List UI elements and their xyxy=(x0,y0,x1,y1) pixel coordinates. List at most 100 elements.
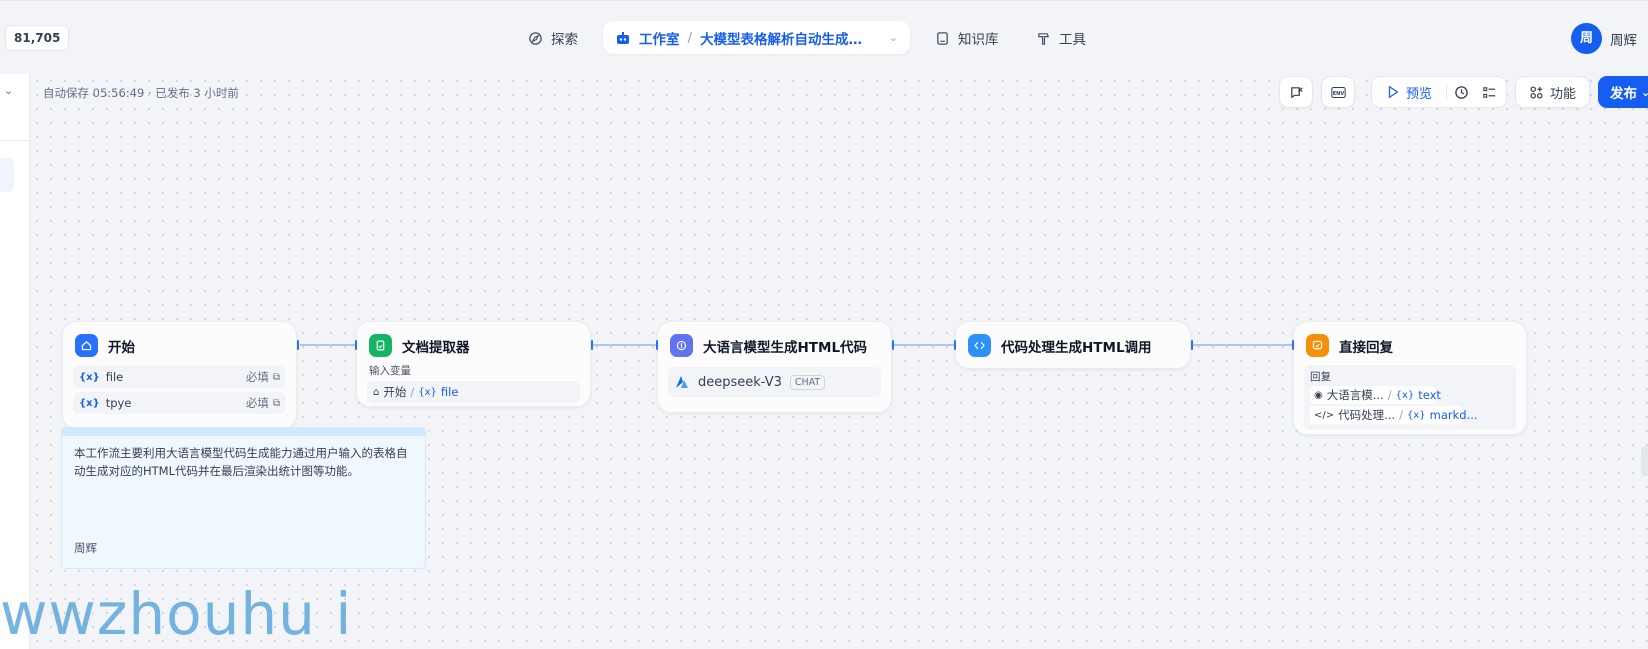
input-port[interactable] xyxy=(355,340,357,350)
env-button[interactable]: ENV xyxy=(1321,76,1355,108)
output-port[interactable] xyxy=(1191,340,1193,350)
features-button[interactable]: 功能 xyxy=(1515,76,1590,108)
separator: / xyxy=(1387,388,1392,402)
start-var-file[interactable]: {x} file 必填 ⧉ xyxy=(73,366,286,388)
answer-label: 回复 xyxy=(1310,371,1331,383)
edge-doc-to-llm[interactable] xyxy=(593,344,657,346)
ref-node-name: 代码处理... xyxy=(1338,408,1396,422)
file-icon: ⧉ xyxy=(272,397,280,409)
node-start[interactable]: 开始 {x} file 必填 ⧉ {x} tpye 必填 ⧉ xyxy=(62,321,299,429)
nav-explore[interactable]: 探索 xyxy=(528,25,578,51)
nav-tools[interactable]: 工具 xyxy=(1036,25,1086,51)
input-port[interactable] xyxy=(1292,340,1294,350)
nav-knowledge[interactable]: 知识库 xyxy=(935,25,999,51)
breadcrumb-separator: / xyxy=(687,29,693,46)
left-panel-collapsed: ⌄ xyxy=(0,74,30,649)
features-label: 功能 xyxy=(1549,86,1576,102)
history-clear-button[interactable] xyxy=(1279,76,1313,108)
variable-icon: {x} xyxy=(79,371,100,383)
edge-code-to-answer[interactable] xyxy=(1193,344,1293,346)
answer-content[interactable]: 回复 ◉ 大语言模... / {x} text </> 代码处理... / {x… xyxy=(1304,365,1516,430)
home-icon xyxy=(75,334,98,357)
node-llm[interactable]: 大语言模型生成HTML代码 deepseek-V3 CHAT xyxy=(656,321,894,413)
node-code-title: 代码处理生成HTML调用 xyxy=(1001,339,1152,356)
chevron-down-icon[interactable]: ⌄ xyxy=(4,84,13,97)
home-icon: ⌂ xyxy=(373,386,380,398)
mode-badge: CHAT xyxy=(789,374,826,390)
ref-var-name: markd... xyxy=(1429,408,1478,422)
separator: / xyxy=(410,385,415,399)
ref-var-name: text xyxy=(1418,388,1441,402)
divider xyxy=(0,140,30,141)
note-card[interactable]: 本工作流主要利用大语言模型代码生成能力通过用户输入的表格自动生成对应的HTML代… xyxy=(61,427,426,569)
preview-button[interactable]: 预览 xyxy=(1372,83,1446,102)
variable-icon: {x} xyxy=(418,386,437,398)
edge-start-to-doc[interactable] xyxy=(300,344,356,346)
brain-icon xyxy=(670,334,693,357)
note-author: 周辉 xyxy=(74,541,97,555)
nav-knowledge-label: 知识库 xyxy=(958,32,999,48)
chat-close-icon xyxy=(1290,86,1303,98)
chevron-down-icon[interactable]: ⌄ xyxy=(889,31,898,44)
document-icon xyxy=(369,334,392,357)
note-text[interactable]: 本工作流主要利用大语言模型代码生成能力通过用户输入的表格自动生成对应的HTML代… xyxy=(62,436,425,488)
top-navigation-bar: 81,705 探索 工作室 / 大模型表格解析自动生成… ⌄ 知识库 工具 周 … xyxy=(0,0,1648,74)
model-selector[interactable]: deepseek-V3 CHAT xyxy=(668,367,881,397)
studio-app-switcher[interactable]: 工作室 / 大模型表格解析自动生成… ⌄ xyxy=(603,21,910,54)
reply-icon xyxy=(1306,334,1329,357)
nav-studio-label[interactable]: 工作室 xyxy=(639,28,680,48)
model-name: deepseek-V3 xyxy=(698,374,782,390)
book-icon xyxy=(937,31,948,45)
selected-item-indicator[interactable] xyxy=(0,158,14,192)
nav-explore-label: 探索 xyxy=(551,32,578,48)
ref-node-name: 大语言模... xyxy=(1326,388,1384,402)
checklist-icon xyxy=(1482,86,1495,98)
node-answer[interactable]: 直接回复 回复 ◉ 大语言模... / {x} text </> 代码处理...… xyxy=(1292,321,1527,435)
separator: / xyxy=(1399,408,1403,422)
app-name[interactable]: 大模型表格解析自动生成… xyxy=(700,28,862,48)
preview-label: 预览 xyxy=(1406,86,1433,102)
compass-icon xyxy=(529,31,542,45)
edge-llm-to-code[interactable] xyxy=(893,344,955,346)
right-panel-handle[interactable] xyxy=(1641,446,1648,476)
node-answer-title: 直接回复 xyxy=(1339,339,1393,356)
count-badge: 81,705 xyxy=(5,25,70,51)
input-variable-label: 输入变量 xyxy=(369,365,411,377)
required-label: 必填 xyxy=(245,396,269,410)
play-icon xyxy=(1388,85,1399,99)
variable-icon: {x} xyxy=(1395,389,1415,401)
node-code[interactable]: 代码处理生成HTML调用 xyxy=(954,321,1193,369)
model-logo-icon xyxy=(676,376,688,388)
variable-icon: {x} xyxy=(1406,409,1426,421)
output-port[interactable] xyxy=(591,340,593,350)
required-label: 必填 xyxy=(245,370,269,384)
node-llm-title: 大语言模型生成HTML代码 xyxy=(703,339,868,356)
preview-button-group: 预览 xyxy=(1371,76,1507,108)
output-port[interactable] xyxy=(892,340,894,350)
start-var-tpye[interactable]: {x} tpye 必填 ⧉ xyxy=(73,392,286,414)
answer-ref-text[interactable]: ◉ 大语言模... / {x} text xyxy=(1310,386,1441,404)
run-history-button[interactable] xyxy=(1447,85,1475,100)
nav-tools-label: 工具 xyxy=(1059,32,1086,48)
username[interactable]: 周辉 xyxy=(1610,29,1637,49)
avatar[interactable]: 周 xyxy=(1571,23,1602,54)
code-icon xyxy=(968,334,991,357)
hammer-icon xyxy=(1038,32,1050,45)
answer-ref-markdown[interactable]: </> 代码处理... / {x} markd... xyxy=(1310,406,1478,424)
brain-icon: ◉ xyxy=(1314,389,1323,401)
var-name: file xyxy=(105,370,124,384)
input-port[interactable] xyxy=(656,340,658,350)
env-icon: ENV xyxy=(1330,86,1346,98)
ref-var-name: file xyxy=(440,385,459,399)
watermark: wwzhouhu i xyxy=(0,580,353,648)
doc-input-ref[interactable]: ⌂ 开始 / {x} file xyxy=(367,381,580,403)
note-drag-handle[interactable] xyxy=(62,428,425,436)
node-doc-extractor[interactable]: 文档提取器 输入变量 ⌂ 开始 / {x} file xyxy=(355,321,593,407)
publish-button[interactable]: 发布 ⌄ xyxy=(1598,76,1648,108)
chevron-down-icon: ⌄ xyxy=(1641,85,1648,99)
robot-icon xyxy=(617,31,629,44)
checklist-button[interactable] xyxy=(1475,85,1503,100)
input-port[interactable] xyxy=(954,340,956,350)
node-doc-title: 文档提取器 xyxy=(402,339,470,356)
output-port[interactable] xyxy=(297,340,299,350)
